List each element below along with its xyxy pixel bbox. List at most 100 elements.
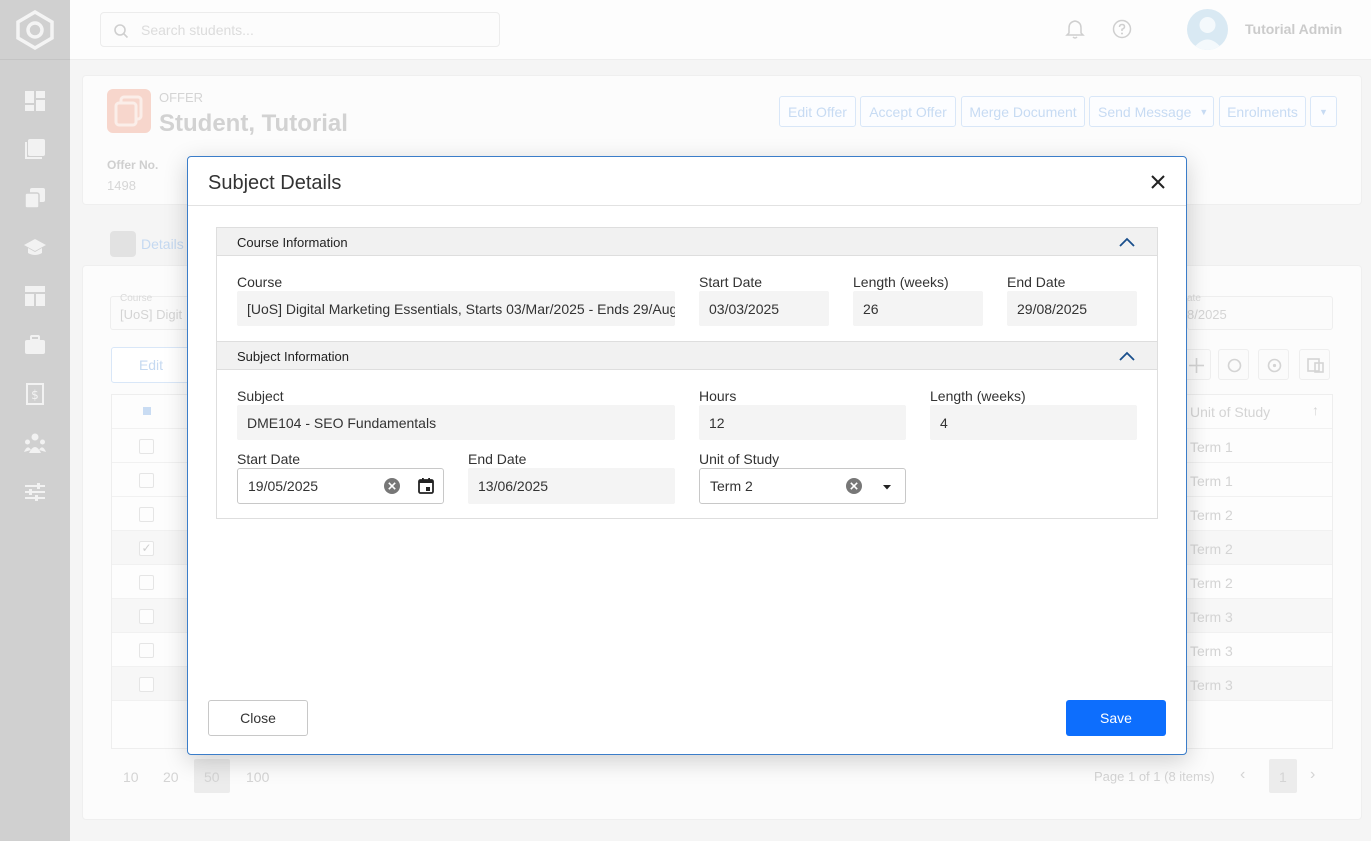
next-page-icon[interactable]: › [1310, 766, 1315, 784]
subject-details-modal: Subject Details Course Information Cours… [187, 156, 1187, 755]
help-icon[interactable] [1111, 18, 1133, 40]
subject-information-header[interactable]: Subject Information [217, 341, 1157, 370]
end-date-field-label: ate [1187, 293, 1201, 304]
start-date-value[interactable]: 19/05/2025 [248, 478, 318, 494]
row-checkbox[interactable] [139, 507, 154, 522]
user-name[interactable]: Tutorial Admin [1245, 21, 1342, 37]
close-button[interactable]: Close [208, 700, 308, 736]
course-length-field: 26 [853, 291, 983, 326]
svg-text:$: $ [31, 388, 39, 402]
course-label: Course [237, 274, 283, 290]
offer-label: OFFER [159, 90, 204, 105]
search-box[interactable] [100, 12, 500, 47]
more-actions-button[interactable]: ▼ [1310, 96, 1337, 127]
pager-info: Page 1 of 1 (8 items) [1094, 769, 1215, 784]
subject-end-date-field: 13/06/2025 [468, 468, 675, 504]
clear-icon[interactable] [845, 477, 863, 495]
offer-no-label: Offer No. [107, 158, 159, 172]
merge-document-button[interactable]: Merge Document [961, 96, 1085, 127]
send-message-button[interactable]: Send Message ▼ [1089, 96, 1214, 127]
chevron-down-icon: ▼ [1199, 106, 1209, 117]
offer-no-value: 1498 [107, 178, 136, 193]
offer-title: Student, Tutorial [159, 110, 348, 137]
column-chooser-icon[interactable] [1299, 349, 1330, 380]
save-button[interactable]: Save [1066, 700, 1166, 736]
notifications-bell-icon[interactable] [1064, 18, 1086, 40]
avatar[interactable] [1187, 9, 1228, 50]
modal-header: Subject Details [188, 157, 1186, 206]
dropdown-caret-icon[interactable] [881, 480, 893, 492]
unit-of-study-select[interactable]: Term 2 [699, 468, 906, 504]
search-icon [113, 23, 129, 39]
sidebar-divider [0, 59, 70, 60]
unit-of-study-cell: Term 3 [1190, 677, 1233, 693]
page-size-option-selected[interactable]: 50 [204, 769, 220, 785]
course-end-date-field: 29/08/2025 [1007, 291, 1137, 326]
row-checkbox[interactable] [139, 575, 154, 590]
course-start-date-label: Start Date [699, 274, 763, 290]
edit-offer-button[interactable]: Edit Offer [779, 96, 856, 127]
start-date-picker[interactable]: 19/05/2025 [237, 468, 444, 504]
hours-field: 12 [699, 405, 906, 440]
edit-subjects-button[interactable]: Edit [111, 347, 191, 383]
current-page-button[interactable]: 1 [1279, 769, 1287, 785]
page-size-option[interactable]: 20 [163, 769, 179, 785]
row-checkbox[interactable] [139, 677, 154, 692]
hours-label: Hours [699, 388, 737, 404]
subject-start-date-label: Start Date [237, 451, 301, 467]
offer-document-icon [107, 89, 151, 133]
chevron-up-icon[interactable] [1117, 234, 1137, 250]
clear-icon[interactable] [383, 477, 401, 495]
enrolments-button[interactable]: Enrolments [1219, 96, 1306, 127]
documents-icon[interactable] [23, 186, 47, 210]
accept-offer-button[interactable]: Accept Offer [860, 96, 956, 127]
unit-of-study-cell: Term 3 [1190, 643, 1233, 659]
chevron-down-icon: ▼ [1319, 106, 1328, 117]
calendar-icon[interactable] [417, 477, 435, 495]
subject-length-field: 4 [930, 405, 1137, 440]
row-checkbox[interactable] [139, 439, 154, 454]
close-icon[interactable] [1146, 170, 1170, 194]
contacts-icon[interactable] [23, 137, 47, 161]
unit-of-study-cell: Term 1 [1190, 473, 1233, 489]
unit-of-study-label: Unit of Study [699, 451, 780, 467]
select-all-checkbox[interactable] [143, 407, 151, 415]
subject-label: Subject [237, 388, 284, 404]
reset-icon[interactable] [1258, 349, 1289, 380]
tab-details[interactable]: Details [141, 236, 184, 252]
chevron-up-icon[interactable] [1117, 348, 1137, 364]
modal-title: Subject Details [208, 172, 342, 194]
course-information-header[interactable]: Course Information [217, 228, 1157, 256]
details-tab-icon [110, 231, 136, 257]
invoice-icon[interactable]: $ [23, 382, 47, 406]
layout-icon[interactable] [23, 284, 47, 308]
app-logo-icon[interactable] [15, 9, 55, 51]
unit-of-study-cell: Term 2 [1190, 507, 1233, 523]
row-checkbox[interactable] [139, 643, 154, 658]
course-field-label: Course [120, 293, 153, 304]
end-date-field-value: 8/2025 [1187, 307, 1227, 322]
subject-field: DME104 - SEO Fundamentals [237, 405, 675, 440]
row-checkbox-checked[interactable]: ✓ [139, 541, 154, 556]
page-size-option[interactable]: 100 [246, 769, 269, 785]
search-input[interactable] [141, 21, 481, 39]
row-checkbox[interactable] [139, 473, 154, 488]
graduation-cap-icon[interactable] [23, 235, 47, 259]
unit-of-study-value[interactable]: Term 2 [710, 478, 753, 494]
page-size-option[interactable]: 10 [123, 769, 139, 785]
subject-information-title: Subject Information [237, 349, 350, 364]
team-icon[interactable] [23, 431, 47, 455]
refresh-icon[interactable] [1218, 349, 1249, 380]
settings-sliders-icon[interactable] [23, 480, 47, 504]
unit-of-study-column-header[interactable]: Unit of Study [1190, 404, 1270, 420]
briefcase-icon[interactable] [23, 333, 47, 357]
course-information-title: Course Information [237, 235, 348, 250]
sort-arrow-icon: ↑ [1312, 402, 1319, 418]
prev-page-icon[interactable]: ‹ [1240, 766, 1245, 784]
row-checkbox[interactable] [139, 609, 154, 624]
course-end-date-label: End Date [1007, 274, 1066, 290]
course-start-date-field: 03/03/2025 [699, 291, 829, 326]
dashboard-icon[interactable] [23, 89, 47, 113]
unit-of-study-cell: Term 2 [1190, 541, 1233, 557]
subject-end-date-label: End Date [468, 451, 527, 467]
